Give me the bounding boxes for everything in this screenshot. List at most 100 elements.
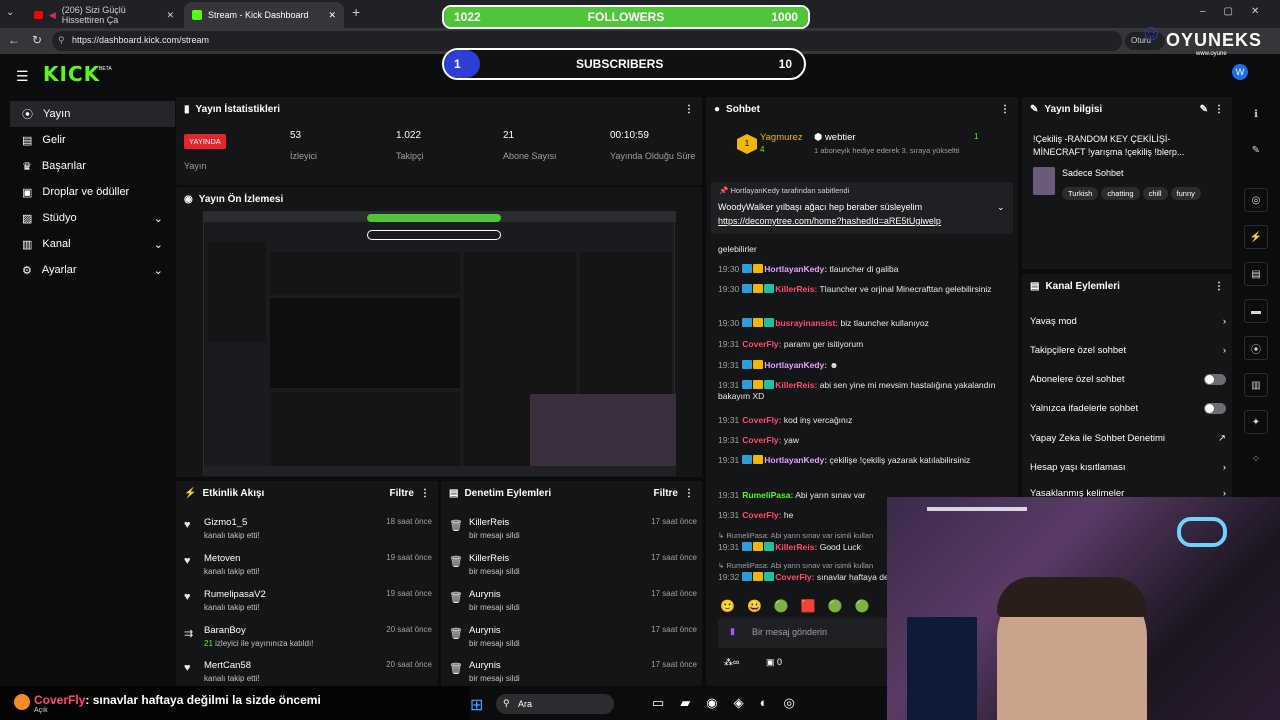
lightning-icon[interactable]: ⚡ bbox=[1244, 225, 1268, 249]
tab-kick[interactable]: Stream - Kick Dashboard ✕ bbox=[184, 2, 344, 28]
taskbar-search[interactable]: ⚲ Ara bbox=[496, 694, 614, 714]
tab-search-icon[interactable]: ⌄ bbox=[6, 7, 14, 18]
activity-user[interactable]: RumelipasaV2 bbox=[204, 589, 266, 600]
message-user[interactable]: KillerReis: bbox=[775, 542, 817, 552]
ai-moderation-row[interactable]: Yapay Zeka ile Sohbet Denetimi ↗ bbox=[1030, 428, 1226, 448]
more-icon[interactable]: ⋮ bbox=[684, 488, 694, 499]
wrench-icon[interactable]: ✦ bbox=[1244, 410, 1268, 434]
message-user[interactable]: busrayinansist: bbox=[775, 318, 838, 328]
panel-title: Yayın bilgisi bbox=[1044, 103, 1103, 115]
site-info-icon[interactable]: ⚲ bbox=[58, 35, 65, 46]
moderator-name[interactable]: KillerReis bbox=[469, 553, 509, 564]
activity-user[interactable]: MertCan58 bbox=[204, 660, 251, 671]
kick-logo[interactable]: KICK bbox=[43, 62, 100, 86]
sidebar-item-ayarlar[interactable]: ⚙ Ayarlar ⌄ bbox=[10, 257, 175, 283]
moderator-name[interactable]: Aurynis bbox=[469, 625, 501, 636]
list-item: 🗑 KillerReis bir mesajı sildi 17 saat önce bbox=[449, 553, 697, 587]
activity-user[interactable]: Metoven bbox=[204, 553, 240, 564]
message-user[interactable]: CoverFly: bbox=[742, 339, 781, 349]
tag[interactable]: chatting bbox=[1101, 187, 1140, 200]
followers-only-row[interactable]: Takipçilere özel sohbet › bbox=[1030, 340, 1226, 360]
message-user[interactable]: KillerReis: bbox=[775, 380, 817, 390]
more-icon[interactable]: ⋮ bbox=[1214, 104, 1224, 115]
live-label: Yayın bbox=[184, 161, 207, 171]
message-user[interactable]: CoverFly: bbox=[742, 435, 781, 445]
message-user[interactable]: HortlayanKedy: bbox=[764, 264, 827, 274]
close-icon[interactable]: ✕ bbox=[328, 10, 336, 21]
top-gifter-name[interactable]: Yagmurez bbox=[760, 132, 803, 143]
account-age-row[interactable]: Hesap yaşı kısıtlaması › bbox=[1030, 457, 1226, 477]
activity-user[interactable]: Gizmo1_5 bbox=[204, 517, 247, 528]
close-icon[interactable]: ✕ bbox=[166, 10, 174, 21]
tag[interactable]: Turkish bbox=[1062, 187, 1099, 200]
hamburger-menu-icon[interactable]: ☰ bbox=[16, 68, 29, 85]
pencil-icon[interactable]: ✎ bbox=[1244, 138, 1268, 162]
chevron-right-icon: › bbox=[1222, 344, 1226, 356]
stream-preview-video[interactable] bbox=[203, 211, 676, 476]
more-icon[interactable]: ⋮ bbox=[684, 104, 694, 115]
filter-button[interactable]: Filtre bbox=[390, 488, 414, 499]
edit-icon[interactable]: ✎ bbox=[1200, 104, 1208, 115]
broadcast-icon[interactable]: ⦿ bbox=[1244, 336, 1268, 360]
sidebar-item-kanal[interactable]: ▥ Kanal ⌄ bbox=[10, 231, 175, 257]
taskbar-apps[interactable]: ▭▰◉◈◐◎ bbox=[652, 695, 811, 711]
message-user[interactable]: CoverFly: bbox=[775, 572, 814, 582]
message-user[interactable]: HortlayanKedy: bbox=[764, 455, 827, 465]
sidebar-item-studyo[interactable]: ▨ Stüdyo ⌄ bbox=[10, 205, 175, 231]
message-user[interactable]: HortlayanKedy: bbox=[764, 360, 827, 370]
pinned-message[interactable]: 📌 HortlayanKedy tarafından sabitlendi Wo… bbox=[711, 182, 1013, 234]
message-user[interactable]: KillerReis: bbox=[775, 284, 817, 294]
moderator-name[interactable]: Aurynis bbox=[469, 660, 501, 671]
tab-youtube[interactable]: ◀ (206) Sizi Güçlü Hissettiren Ça ✕ bbox=[26, 2, 182, 28]
gift-event-user[interactable]: ⬢ webtier bbox=[814, 132, 856, 143]
more-icon[interactable]: ⋮ bbox=[420, 488, 430, 499]
more-icon[interactable]: ⋮ bbox=[1214, 281, 1224, 292]
sidebar-item-gelir[interactable]: ▤ Gelir bbox=[10, 127, 175, 153]
info-icon[interactable]: ℹ bbox=[1244, 102, 1268, 126]
window-controls[interactable]: –▢✕ bbox=[1200, 6, 1277, 17]
stat-label: Abone Sayısı bbox=[503, 151, 557, 161]
new-tab-button[interactable]: + bbox=[352, 4, 360, 20]
taskbar: ⊞ ⚲ Ara ▭▰◉◈◐◎ bbox=[468, 690, 888, 718]
sidebar-item-basarilar[interactable]: ♛ Başarılar bbox=[10, 153, 175, 179]
category-name[interactable]: Sadece Sohbet bbox=[1062, 168, 1124, 178]
document-icon[interactable]: ▤ bbox=[1244, 262, 1268, 286]
chat-icon[interactable]: ▬ bbox=[1244, 299, 1268, 323]
microphone-icon[interactable]: ▮ bbox=[730, 626, 735, 637]
filter-button[interactable]: Filtre bbox=[654, 488, 678, 499]
chevron-down-icon[interactable]: ⌄ bbox=[997, 202, 1005, 213]
moderator-name[interactable]: KillerReis bbox=[469, 517, 509, 528]
emote-only-toggle[interactable] bbox=[1204, 402, 1226, 414]
sidebar-item-yayin[interactable]: ⦿ Yayın bbox=[10, 101, 175, 127]
chat-settings-icon[interactable]: ⁂∞ bbox=[724, 657, 739, 668]
slow-mode-row[interactable]: Yavaş mod › bbox=[1030, 311, 1226, 331]
chat-message: gelebilirler bbox=[718, 244, 998, 255]
camera-icon[interactable]: ◎ bbox=[1244, 188, 1268, 212]
gift-event-text: 1 aboneyik hediye ederek 3. sıraya yükse… bbox=[814, 146, 960, 155]
windows-start-icon[interactable]: ⊞ bbox=[470, 695, 483, 715]
subscribers-only-toggle[interactable] bbox=[1204, 373, 1226, 385]
chat-input[interactable]: ▮ Bir mesaj gönderin bbox=[718, 618, 890, 648]
tag[interactable]: chill bbox=[1142, 187, 1168, 200]
message-user[interactable]: CoverFly: bbox=[742, 510, 781, 520]
message-user[interactable]: CoverFly: bbox=[742, 415, 781, 425]
raid-count: 21 bbox=[204, 639, 213, 648]
emote-bar[interactable]: 🙂😀🟢🟥🟢🟢 bbox=[720, 599, 882, 613]
message-user[interactable]: RumeliPasa: bbox=[742, 490, 793, 500]
moderator-name[interactable]: Aurynis bbox=[469, 589, 501, 600]
reload-icon[interactable]: ↻ bbox=[32, 33, 42, 47]
list-item: ⇉ BaranBoy 21 izleyici ile yayınınıza katı… bbox=[184, 625, 432, 659]
pinned-link[interactable]: https://decomytree.com/home?hashedId=aRE… bbox=[718, 216, 941, 226]
tag[interactable]: funny bbox=[1170, 187, 1201, 200]
layers-icon[interactable]: ▥ bbox=[1244, 373, 1268, 397]
gift-counter[interactable]: ▣ 0 bbox=[766, 657, 782, 668]
category-thumbnail[interactable] bbox=[1033, 167, 1055, 195]
back-icon[interactable]: ← bbox=[8, 33, 20, 47]
gear-icon: ⚙ bbox=[22, 264, 32, 277]
sidebar-item-droplar[interactable]: ▣ Droplar ve ödüller bbox=[10, 179, 175, 205]
more-icon[interactable]: ⋮ bbox=[1000, 104, 1010, 115]
activity-user[interactable]: BaranBoy bbox=[204, 625, 246, 636]
avatar[interactable]: W bbox=[1232, 64, 1248, 80]
dots-icon[interactable]: ⁘ bbox=[1244, 447, 1268, 471]
chat-message: 19:31 KillerReis: abi sen yine mi mevsim … bbox=[718, 380, 998, 402]
